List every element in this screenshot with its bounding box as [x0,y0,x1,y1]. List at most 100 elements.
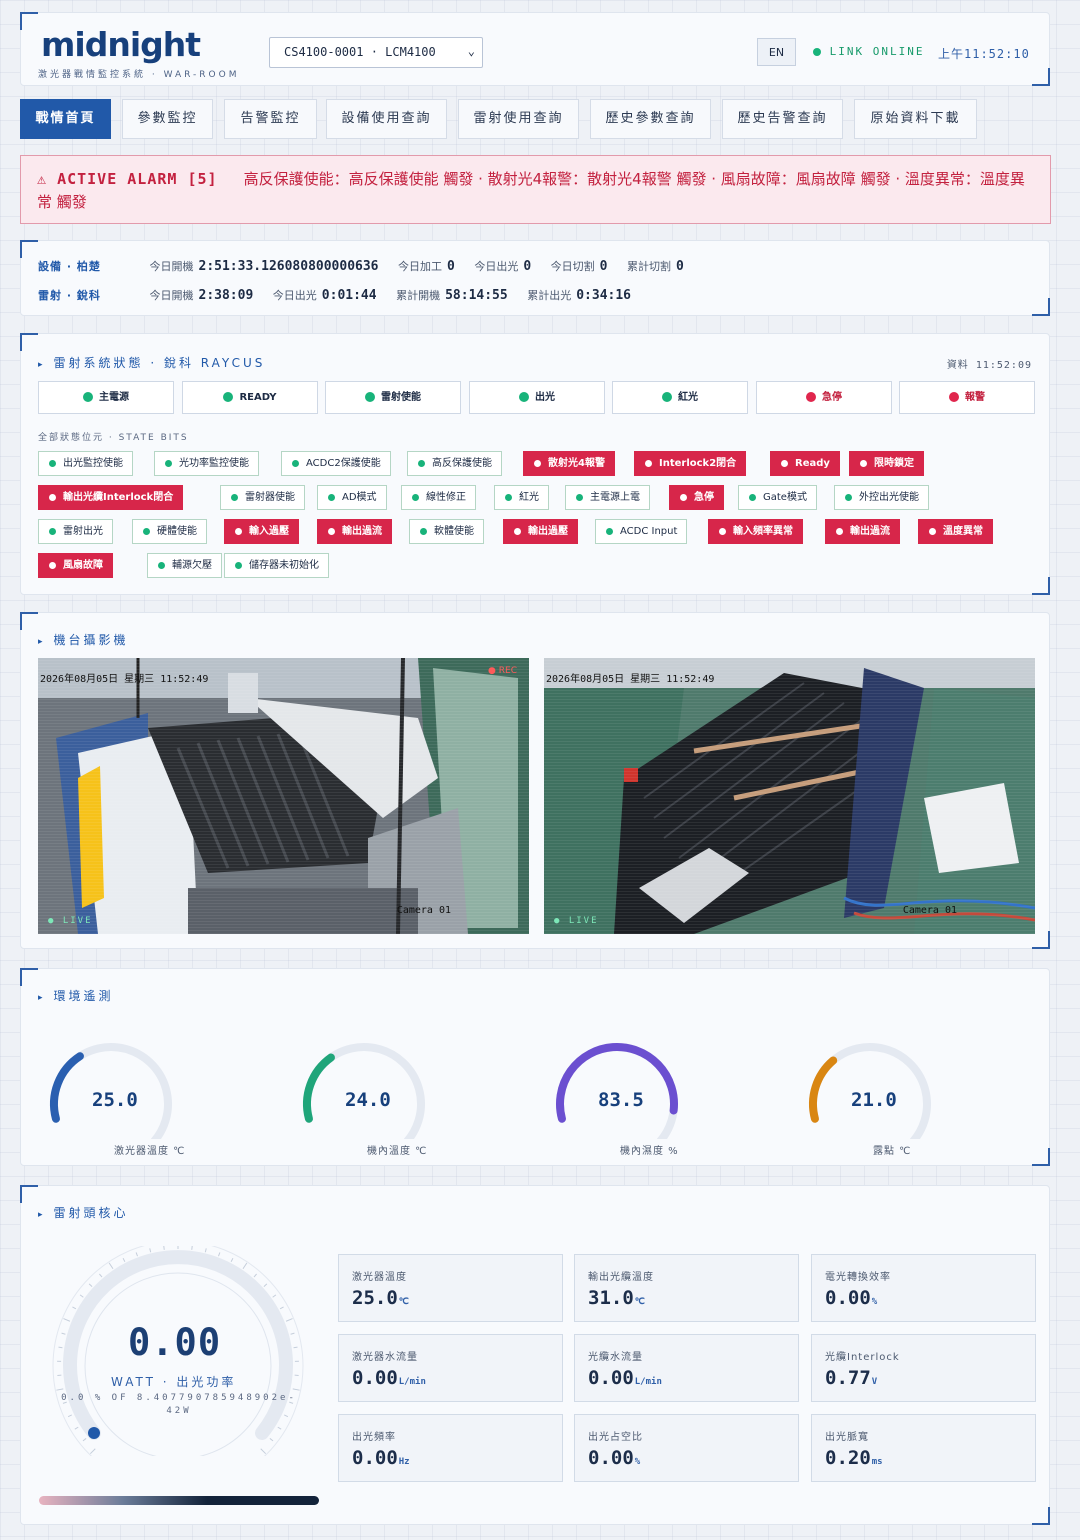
status-label: 雷射使能 [381,392,421,403]
state-bit-dot-icon [781,459,788,467]
stat-label: 累計切割 [627,260,671,273]
status-dot-icon [949,392,959,402]
status-indicator: READY [182,381,318,414]
state-bit-dot-icon [505,493,512,501]
device-select[interactable]: CS4100-0001 · LCM4100 ⌄ [269,37,483,68]
section-title-text: 雷射頭核心 [53,1206,129,1220]
state-bit: 輔源欠壓 [147,553,222,578]
state-bit: 輸出過壓 [503,519,578,544]
metric-label: 激光器溫度 [352,1272,407,1283]
metric-value: 0.00Hz [352,1447,410,1469]
gauge-tick [122,1257,126,1262]
metric-number: 0.00 [352,1367,398,1389]
gauge-tick [260,1448,267,1455]
state-bit-dot-icon [860,459,867,467]
state-bit-dot-icon [749,493,756,501]
metric-value: 25.0℃ [352,1287,409,1309]
camera-feed-2[interactable]: 2026年08月05日 星期三 11:52:49 Camera 01 ● LIV… [544,658,1035,934]
tab-laser-usage[interactable]: 雷射使用查詢 [458,99,579,139]
metric-value: 0.20ms [825,1447,883,1469]
state-bit-dot-icon [836,527,843,535]
metric-value: 0.00% [588,1447,640,1469]
app-logo[interactable]: midnight [41,25,201,64]
state-bit-label: 光功率監控使能 [179,458,249,469]
gauge-tick [88,1283,93,1287]
state-bit: Gate模式 [738,485,817,510]
metric-unit: L/min [634,1377,662,1387]
metric-card: 光纜水流量 0.00L/min [574,1334,799,1402]
state-bit-dot-icon [576,493,583,501]
status-indicator: 急停 [756,381,892,414]
state-bit: 散射光4報警 [523,451,615,476]
status-indicator: 紅光 [612,381,748,414]
tab-raw-data-download[interactable]: 原始資料下載 [854,99,977,139]
stat-value: 0 [676,259,684,274]
state-bit: 硬體使能 [132,519,207,544]
equipment-label-device: 設備 · 柏楚 [38,260,101,273]
gauge-value: 25.0 [92,1089,138,1111]
tab-history-parameters[interactable]: 歷史參數查詢 [590,99,711,139]
state-bit-label: 溫度異常 [943,526,983,537]
gauge-tick [58,1346,63,1349]
state-bit: 外控出光使能 [834,485,929,510]
metric-label: 電光轉換效率 [825,1272,891,1283]
active-alarm-banner[interactable]: ⚠ ACTIVE ALARM [5] 高反保護使能：高反保護使能 觸發 · 散射光… [20,155,1051,224]
triangle-icon: ▸ [38,1210,46,1220]
tab-parameter-monitor[interactable]: 參數監控 [122,99,213,139]
gauge-tick [56,1388,64,1391]
tab-alarm-monitor[interactable]: 告警監控 [224,99,317,139]
state-bit-label: 紅光 [519,492,539,503]
gauge-tick [292,1388,300,1391]
device-select-value: CS4100-0001 · LCM4100 [284,45,436,59]
state-bit-label: 出光監控使能 [63,458,123,469]
state-bit-label: AD模式 [342,492,377,503]
gauge-tick [253,1273,257,1278]
state-bit-label: 主電源上電 [590,492,640,503]
stat-value: 2:51:33.126080800000636 [198,259,379,274]
state-bit-label: 雷射器使能 [245,492,295,503]
state-bit-label: 硬體使能 [157,526,197,537]
metric-number: 0.00 [352,1447,398,1469]
state-bit-label: 輸出過流 [850,526,890,537]
section-title: ▸ 環境遙測 [38,987,114,1004]
state-bit-label: Gate模式 [763,492,807,503]
tab-equipment-usage[interactable]: 設備使用查詢 [326,99,447,139]
metric-value: 0.00% [825,1287,877,1309]
gauge: 83.5 機內濕度 % [552,1039,692,1157]
data-timestamp: 資料 11:52:09 [946,360,1032,371]
metric-card: 出光頻率 0.00Hz [338,1414,563,1482]
camera-feed-1[interactable]: 2026年08月05日 星期三 11:52:49 ● REC Camera 01… [38,658,529,934]
tab-history-alarms[interactable]: 歷史告警查詢 [722,99,843,139]
gauge-tick [263,1283,268,1287]
status-dot-icon [223,392,234,402]
gauge-tick [82,1438,87,1442]
link-status-text: LINK ONLINE [829,45,925,58]
section-title-text: 機台攝影機 [53,633,129,647]
metric-label: 光纜水流量 [588,1352,643,1363]
metric-unit: L/min [398,1377,426,1387]
gauge-tick [293,1346,298,1349]
equipment-summary: 設備 · 柏楚 今日開機 2:51:33.126080800000636 今日加工… [20,240,1050,316]
state-bit: 輸入頻率異常 [708,519,803,544]
state-bit-label: ACDC Input [620,526,678,537]
gauge-value: 24.0 [345,1089,391,1111]
state-bit-label: 輔源欠壓 [172,560,212,571]
state-bit-label: 儲存器未初始化 [249,560,319,571]
state-bit-dot-icon [680,493,687,501]
stat-label: 今日加工 [398,260,443,273]
state-bit: 儲存器未初始化 [224,553,329,578]
stat-value: 0 [447,259,455,274]
state-bit-label: 線性修正 [426,492,466,503]
metric-label: 出光占空比 [588,1432,643,1443]
link-status-dot-icon [813,48,821,56]
state-bit-label: ACDC2保護使能 [306,458,381,469]
gauge-tick [269,1438,274,1442]
state-bit: 溫度異常 [918,519,993,544]
tab-dashboard[interactable]: 戰情首頁 [20,99,111,139]
state-bit-dot-icon [534,459,541,467]
language-button[interactable]: EN [757,38,796,66]
recording-indicator: ● REC [488,666,517,676]
gauge-tick [99,1273,103,1278]
gauge-tick [272,1294,277,1298]
stat-label: 今日出光 [272,289,317,302]
